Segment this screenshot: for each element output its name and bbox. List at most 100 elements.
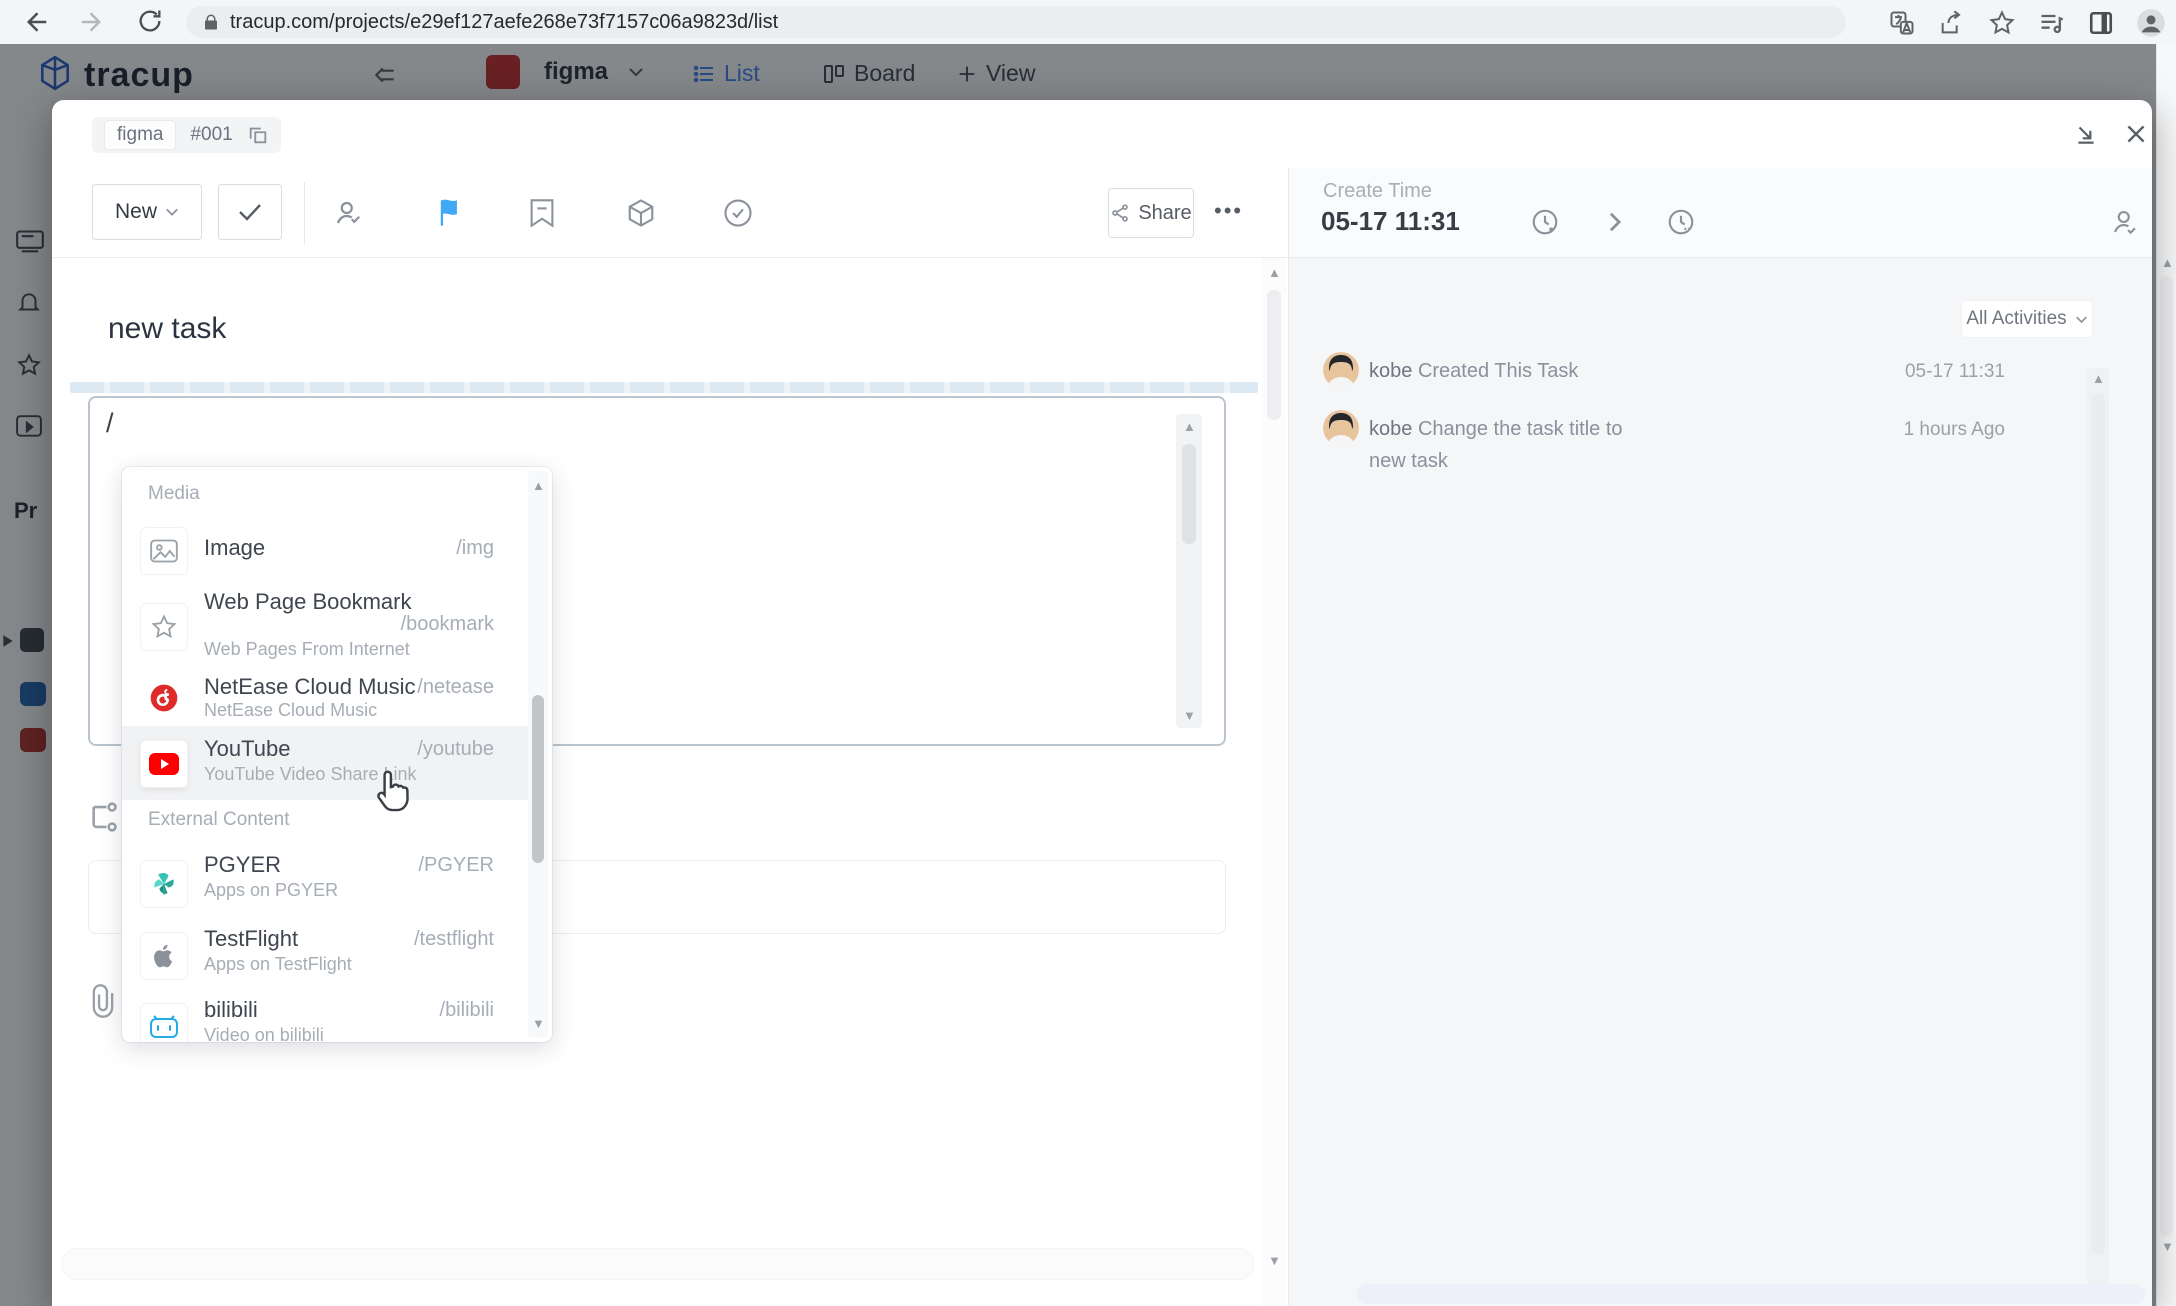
chevron-down-icon — [165, 207, 179, 217]
menu-item-youtube[interactable]: YouTube /youtube YouTube Video Share Lin… — [122, 726, 528, 800]
menu-item-web-bookmark[interactable]: Web Page Bookmark /bookmark Web Pages Fr… — [122, 585, 528, 668]
translate-icon[interactable] — [1888, 9, 1916, 37]
activity-time: 1 hours Ago — [1904, 419, 2005, 441]
start-time-icon[interactable] — [1525, 202, 1565, 242]
menu-scroll-thumb[interactable] — [532, 695, 544, 863]
breadcrumb-task-id: #001 — [190, 124, 232, 146]
menu-item-image[interactable]: Image /img — [122, 515, 528, 585]
menu-item-command: /netease — [417, 676, 494, 699]
tag-icon[interactable] — [521, 192, 563, 234]
youtube-icon — [140, 740, 188, 788]
content-scrollbar[interactable]: ▲ ▼ — [1262, 258, 1286, 1306]
activity-user[interactable]: kobe — [1369, 360, 1412, 382]
web-bookmark-star-icon — [140, 603, 188, 651]
toolbar-divider — [304, 182, 305, 244]
scroll-down-icon[interactable]: ▼ — [532, 1017, 545, 1030]
activity-user[interactable]: kobe — [1369, 418, 1412, 440]
editor-scroll-thumb[interactable] — [1182, 444, 1196, 544]
content-scroll-thumb[interactable] — [1267, 290, 1281, 420]
modal-header: figma #001 — [52, 100, 2152, 168]
cursor-hand-icon — [372, 768, 414, 814]
menu-item-title: Web Page Bookmark — [204, 589, 411, 615]
back-icon[interactable] — [20, 7, 50, 37]
watcher-add-icon[interactable] — [2105, 202, 2145, 242]
activities-filter[interactable]: All Activities — [1961, 300, 2093, 338]
menu-item-command: /img — [456, 537, 494, 560]
pgyer-icon — [140, 860, 188, 908]
more-button[interactable]: ••• — [1214, 198, 1243, 224]
menu-section-label: External Content — [148, 809, 290, 831]
scroll-down-icon[interactable]: ▼ — [1268, 1254, 1281, 1267]
menu-item-command: /bookmark — [401, 613, 494, 636]
new-button[interactable]: New — [92, 184, 202, 240]
scroll-down-icon[interactable]: ▼ — [1183, 709, 1196, 722]
forward-icon[interactable] — [78, 7, 108, 37]
export-icon[interactable] — [2068, 116, 2104, 152]
browser-chrome: tracup.com/projects/e29ef127aefe268e73f7… — [0, 0, 2176, 44]
module-cube-icon[interactable] — [620, 192, 662, 234]
bookmark-star-icon[interactable] — [1988, 9, 2016, 37]
subtask-icon[interactable] — [88, 800, 122, 834]
scroll-up-icon[interactable]: ▲ — [2161, 256, 2174, 269]
content-h-scrollbar[interactable] — [62, 1248, 1254, 1280]
reload-icon[interactable] — [136, 7, 166, 37]
panel-h-scrollbar[interactable] — [1357, 1284, 2145, 1304]
menu-item-bilibili[interactable]: bilibili /bilibili Video on bilibili — [122, 995, 528, 1042]
scroll-up-icon[interactable]: ▲ — [2092, 372, 2105, 385]
activity-panel: Create Time 05-17 11:31 All Activities — [1288, 168, 2152, 1306]
menu-item-title: PGYER — [204, 852, 281, 878]
breadcrumb-project[interactable]: figma — [104, 120, 176, 150]
chrome-actions — [1888, 8, 2166, 38]
image-icon — [140, 527, 188, 575]
menu-item-command: /testflight — [414, 928, 494, 951]
chevron-down-icon — [2075, 315, 2088, 324]
activity-text: kobe Created This Task — [1369, 360, 1578, 383]
scroll-up-icon[interactable]: ▲ — [1268, 266, 1281, 279]
menu-item-title: bilibili — [204, 997, 258, 1023]
playlist-icon[interactable] — [2038, 9, 2066, 37]
assignee-icon[interactable] — [327, 192, 369, 234]
menu-scrollbar[interactable]: ▲ ▼ — [528, 471, 548, 1038]
menu-item-command: /youtube — [417, 738, 494, 761]
menu-item-pgyer[interactable]: PGYER /PGYER Apps on PGYER — [122, 850, 528, 917]
menu-item-netease[interactable]: NetEase Cloud Music /netease NetEase Clo… — [122, 668, 528, 726]
share-button[interactable]: Share — [1108, 188, 1194, 238]
panel-scroll-thumb[interactable] — [2091, 394, 2105, 1254]
close-icon[interactable] — [2118, 116, 2154, 152]
page-scrollbar[interactable]: ▲ ▼ — [2156, 44, 2176, 1306]
menu-item-testflight[interactable]: TestFlight /testflight Apps on TestFligh… — [122, 920, 528, 992]
menu-item-subtitle: NetEase Cloud Music — [204, 700, 377, 721]
panel-header: Create Time 05-17 11:31 — [1289, 168, 2152, 258]
task-title[interactable]: new task — [108, 312, 226, 346]
due-time-icon[interactable] — [1661, 202, 1701, 242]
avatar[interactable] — [1323, 352, 1359, 388]
create-time-label: Create Time — [1323, 180, 1432, 203]
activity-row: kobe Change the task title to new task 1… — [1289, 410, 2089, 490]
priority-flag-icon[interactable] — [429, 192, 471, 234]
editor-scrollbar[interactable]: ▲ ▼ — [1176, 414, 1202, 728]
attachment-icon[interactable] — [88, 984, 118, 1018]
complete-check-button[interactable] — [218, 184, 282, 240]
address-bar[interactable]: tracup.com/projects/e29ef127aefe268e73f7… — [186, 6, 1846, 38]
panel-scrollbar[interactable]: ▲ ▼ — [2087, 368, 2109, 1298]
profile-avatar-icon[interactable] — [2136, 8, 2166, 38]
menu-item-title: YouTube — [204, 736, 290, 762]
page-scroll-thumb[interactable] — [2160, 276, 2173, 1236]
sidebar-toggle-icon[interactable] — [2088, 10, 2114, 36]
activity-text: kobe Change the task title to — [1369, 418, 1623, 441]
scroll-down-icon[interactable]: ▼ — [2161, 1240, 2174, 1253]
copy-link-icon[interactable] — [247, 124, 269, 146]
menu-item-subtitle: Apps on PGYER — [204, 880, 338, 901]
scroll-up-icon[interactable]: ▲ — [532, 479, 545, 492]
avatar[interactable] — [1323, 410, 1359, 446]
share-page-icon[interactable] — [1938, 9, 1966, 37]
menu-item-subtitle: Apps on TestFlight — [204, 954, 352, 975]
panel-body: All Activities kobe Created This Task 05… — [1289, 258, 2152, 1306]
status-check-icon[interactable] — [717, 192, 759, 234]
lock-icon — [202, 12, 220, 32]
scroll-up-icon[interactable]: ▲ — [1183, 420, 1196, 433]
share-icon — [1110, 203, 1130, 223]
filter-label: All Activities — [1966, 308, 2066, 330]
task-modal: figma #001 New — [52, 100, 2152, 1306]
menu-item-command: /PGYER — [418, 854, 494, 877]
